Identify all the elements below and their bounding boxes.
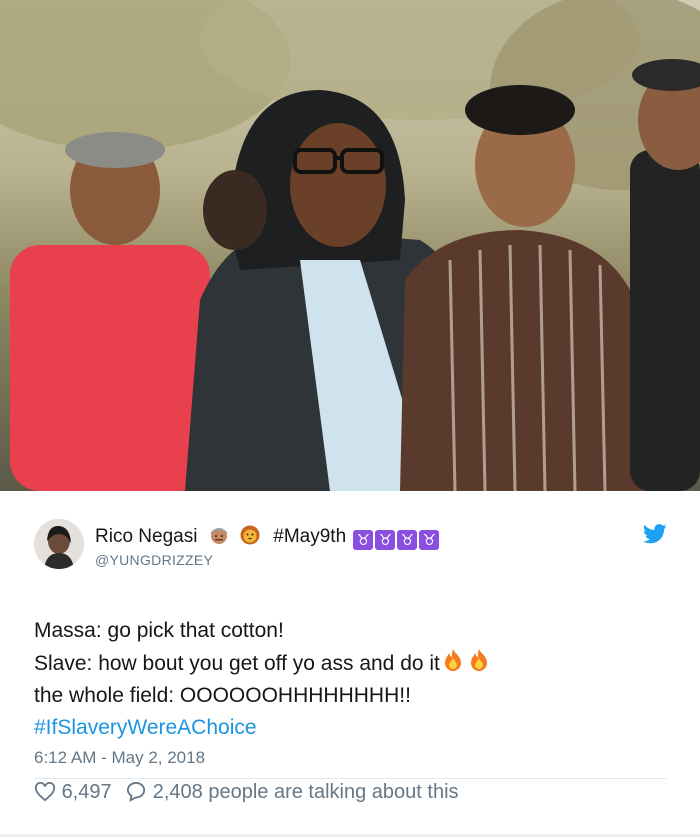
tweet-line: the whole field: OOOOOOHHHHHHHH!! [34, 684, 411, 707]
hashtag-link[interactable]: #IfSlaveryWereAChoice [34, 712, 654, 744]
tweet-card: Rico Negasi #May9th ♉ ♉ ♉ ♉ @YUNGDRIZZEY Ma… [0, 0, 700, 837]
taurus-icon: ♉ [419, 530, 440, 550]
tweet-line: Massa: go pick that cotton! [34, 619, 284, 642]
fire-icon [444, 649, 461, 671]
person-emoji-icon [210, 528, 227, 544]
taurus-icon: ♉ [375, 530, 396, 550]
tweet-actions: 6,497 2,408 people are talking about thi… [34, 781, 459, 811]
taurus-emoji-row: ♉ ♉ ♉ ♉ [353, 529, 441, 551]
author-name[interactable]: Rico Negasi [95, 526, 197, 547]
avatar[interactable] [34, 519, 84, 569]
taurus-icon: ♉ [353, 530, 374, 550]
speech-bubble-icon [127, 782, 146, 803]
avatar-image [34, 519, 84, 569]
tweet-photo[interactable] [0, 0, 700, 491]
like-action[interactable]: 6,497 [34, 781, 112, 804]
tweet-timestamp[interactable]: 6:12 AM - May 2, 2018 [34, 748, 205, 768]
tweet-line-with-emoji: Slave: how bout you get off yo ass and d… [34, 647, 654, 680]
tweet-line: Slave: how bout you get off yo ass and d… [34, 652, 440, 675]
divider [34, 778, 666, 779]
fire-icon [470, 649, 487, 671]
taurus-icon: ♉ [397, 530, 418, 550]
author-line: Rico Negasi #May9th ♉ ♉ ♉ ♉ [95, 525, 441, 551]
tweet-text: Massa: go pick that cotton! Slave: how b… [34, 615, 654, 744]
reply-count: 2,408 people are talking about this [152, 781, 459, 804]
like-count: 6,497 [61, 781, 112, 804]
photo-illustration [0, 0, 700, 491]
lion-emoji-icon [240, 525, 260, 545]
author-hashtag: #May9th [273, 526, 347, 547]
reply-action[interactable]: 2,408 people are talking about this [125, 781, 459, 804]
twitter-bird-icon[interactable] [643, 524, 667, 544]
heart-icon [34, 782, 56, 802]
author-handle[interactable]: @YUNGDRIZZEY [95, 552, 213, 568]
